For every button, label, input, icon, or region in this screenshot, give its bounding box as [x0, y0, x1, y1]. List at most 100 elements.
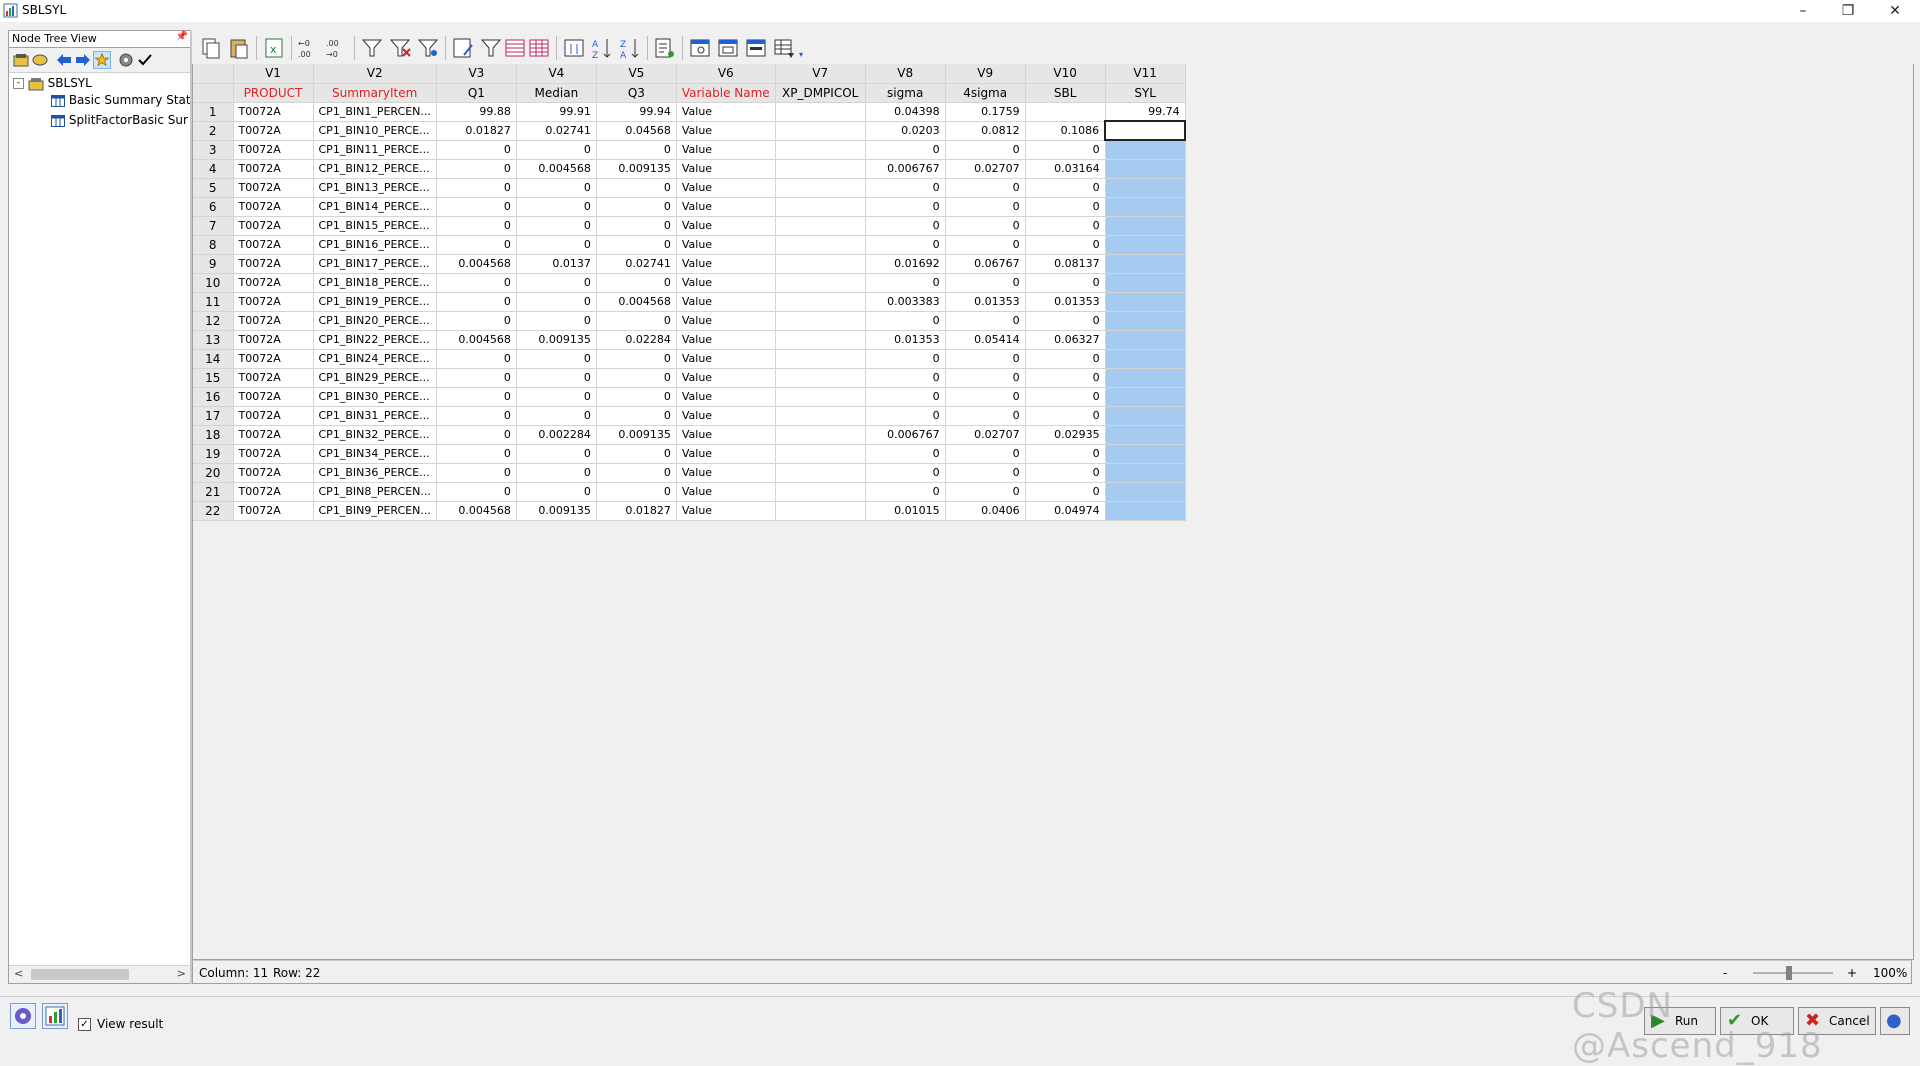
grid-cell[interactable] [775, 311, 866, 331]
grid-cell[interactable]: 0 [865, 463, 946, 483]
pin-icon[interactable]: 📌 [176, 31, 188, 42]
restore-button[interactable]: ❐ [1828, 0, 1868, 22]
row-number[interactable]: 6 [193, 197, 234, 217]
grid-cell[interactable]: 0 [516, 235, 597, 255]
grid-cell[interactable]: 0 [865, 178, 946, 198]
grid-cell[interactable] [775, 121, 866, 141]
grid-cell[interactable]: 0.02707 [945, 425, 1026, 445]
grid-cell[interactable]: 0 [516, 444, 597, 464]
scroll-thumb[interactable] [31, 969, 129, 980]
grid-cell[interactable]: CP1_BIN34_PERCE... [313, 444, 437, 464]
var-name[interactable]: Q1 [436, 83, 517, 103]
grid-cell[interactable]: Value [676, 330, 776, 350]
grid-cell[interactable]: 0 [945, 349, 1026, 369]
close-button[interactable]: ✕ [1875, 0, 1915, 22]
grid-cell[interactable]: 0 [945, 216, 1026, 236]
grid-cell[interactable]: 0.02935 [1025, 425, 1106, 445]
table-layout-icon[interactable] [771, 35, 797, 61]
var-name[interactable]: Q3 [596, 83, 677, 103]
grid-cell[interactable]: CP1_BIN19_PERCE... [313, 292, 437, 312]
grid-cell[interactable]: 0.04568 [596, 121, 677, 141]
grid-cell[interactable]: 0 [945, 311, 1026, 331]
grid-cell[interactable]: CP1_BIN8_PERCEN... [313, 482, 437, 502]
grid-cell[interactable]: 0.004568 [516, 159, 597, 179]
grid-cell[interactable]: 0 [1025, 140, 1106, 160]
grid-cell[interactable]: T0072A [233, 463, 314, 483]
grid-cell[interactable]: Value [676, 216, 776, 236]
grid-cell[interactable]: 0 [436, 482, 517, 502]
grid-cell[interactable]: 0.009135 [596, 425, 677, 445]
grid-cell[interactable]: 0.004568 [596, 292, 677, 312]
export-excel-icon[interactable]: x [261, 35, 287, 61]
grid-cell[interactable]: 99.74 [1105, 102, 1186, 122]
tree-root[interactable]: - SBLSYL [13, 74, 188, 92]
grid-cell[interactable] [775, 140, 866, 160]
col-header[interactable]: V4 [516, 64, 597, 84]
grid-cell[interactable]: T0072A [233, 159, 314, 179]
grid-cell[interactable]: 0 [596, 235, 677, 255]
grid-cell[interactable]: 0 [865, 387, 946, 407]
grid-cell[interactable]: 0 [596, 197, 677, 217]
grid-cell[interactable]: T0072A [233, 425, 314, 445]
grid-cell[interactable]: 0 [1025, 444, 1106, 464]
settings-gear-icon[interactable] [10, 1003, 36, 1029]
grid-cell[interactable]: 0 [596, 349, 677, 369]
row-number[interactable]: 12 [193, 311, 234, 331]
col-header[interactable]: V5 [596, 64, 677, 84]
grid-cell[interactable]: Value [676, 254, 776, 274]
grid-cell[interactable]: CP1_BIN24_PERCE... [313, 349, 437, 369]
col-header[interactable]: V1 [233, 64, 314, 84]
grid-cell[interactable]: T0072A [233, 311, 314, 331]
row-number[interactable]: 5 [193, 178, 234, 198]
grid-cell[interactable] [1025, 102, 1106, 122]
grid-cell[interactable]: 0.009135 [596, 159, 677, 179]
grid-cell[interactable]: 0 [1025, 178, 1106, 198]
grid-cell[interactable]: 0.01827 [596, 501, 677, 521]
grid-cell[interactable]: T0072A [233, 406, 314, 426]
row-number[interactable]: 13 [193, 330, 234, 350]
grid-cell[interactable] [775, 425, 866, 445]
grid-cell[interactable]: 0.009135 [516, 501, 597, 521]
grid-cell[interactable]: Value [676, 463, 776, 483]
grid-cell[interactable] [775, 368, 866, 388]
grid-cell[interactable]: 0 [865, 349, 946, 369]
zoom-slider-thumb[interactable] [1786, 966, 1792, 980]
grid-cell[interactable]: 0.08137 [1025, 254, 1106, 274]
grid-cell[interactable]: CP1_BIN11_PERCE... [313, 140, 437, 160]
row-number[interactable]: 7 [193, 216, 234, 236]
grid-cell[interactable]: 0 [596, 273, 677, 293]
zoom-slider-track[interactable] [1753, 972, 1833, 974]
var-name[interactable]: SBL [1025, 83, 1106, 103]
grid-cell[interactable]: 0.01353 [865, 330, 946, 350]
grid-cell[interactable] [775, 501, 866, 521]
grid-cell[interactable]: CP1_BIN14_PERCE... [313, 197, 437, 217]
grid-cells-icon[interactable] [526, 35, 552, 61]
grid-cell[interactable]: 0.06327 [1025, 330, 1106, 350]
grid-cell[interactable]: CP1_BIN1_PERCEN... [313, 102, 437, 122]
col-header[interactable]: V6 [676, 64, 776, 84]
grid-cell[interactable]: T0072A [233, 444, 314, 464]
increase-decimal-icon[interactable]: .00→0 [324, 35, 350, 61]
grid-cell[interactable]: Value [676, 406, 776, 426]
grid-cell[interactable] [1105, 425, 1186, 445]
row-number[interactable]: 14 [193, 349, 234, 369]
grid-cell[interactable]: CP1_BIN30_PERCE... [313, 387, 437, 407]
grid-cell[interactable]: CP1_BIN9_PERCEN... [313, 501, 437, 521]
grid-cell[interactable]: 0 [945, 463, 1026, 483]
grid-cell[interactable]: 0.01353 [1025, 292, 1106, 312]
col-header[interactable]: V3 [436, 64, 517, 84]
zoom-out-button[interactable]: - [1723, 966, 1727, 980]
grid-cell[interactable]: 0 [516, 178, 597, 198]
grid-cell[interactable]: 0.02284 [596, 330, 677, 350]
grid-cell[interactable]: 0 [945, 235, 1026, 255]
grid-cell[interactable]: 0.01015 [865, 501, 946, 521]
grid-cell[interactable]: Value [676, 387, 776, 407]
row-number[interactable]: 22 [193, 501, 234, 521]
grid-cell[interactable] [775, 216, 866, 236]
grid-cell[interactable]: 0.0406 [945, 501, 1026, 521]
grid-rows-icon[interactable] [502, 35, 528, 61]
grid-cell[interactable]: Value [676, 501, 776, 521]
grid-cell[interactable]: 0 [1025, 463, 1106, 483]
row-number[interactable]: 8 [193, 235, 234, 255]
col-header[interactable]: V10 [1025, 64, 1106, 84]
